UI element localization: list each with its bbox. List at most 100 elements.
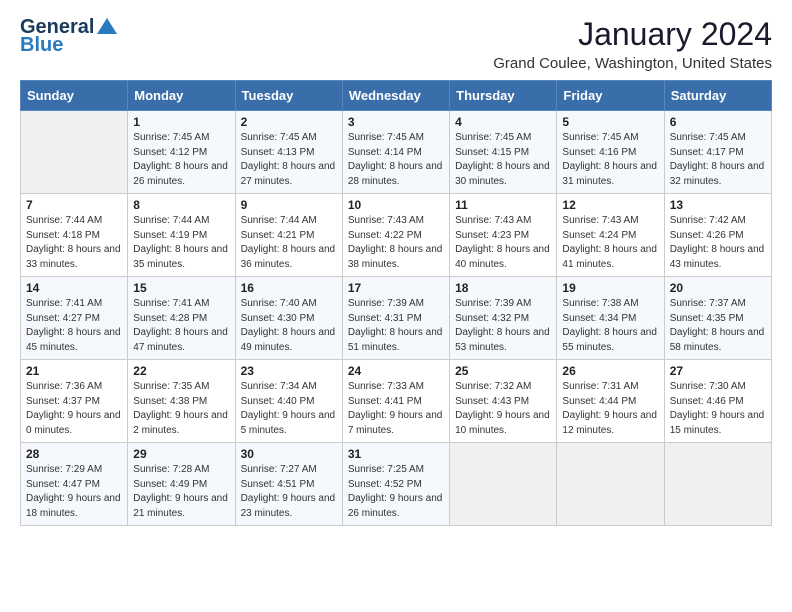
day-number: 10 [348, 198, 444, 212]
day-number: 20 [670, 281, 766, 295]
day-number: 13 [670, 198, 766, 212]
day-info: Sunrise: 7:29 AMSunset: 4:47 PMDaylight:… [26, 463, 122, 521]
week-row-1: 1Sunrise: 7:45 AMSunset: 4:12 PMDaylight… [21, 111, 772, 194]
day-cell [21, 111, 128, 194]
day-info: Sunrise: 7:28 AMSunset: 4:49 PMDaylight:… [133, 463, 229, 521]
day-cell: 18 Sunrise: 7:39 AMSunset: 4:32 PMDayligh… [450, 277, 557, 360]
week-row-3: 14 Sunrise: 7:41 AMSunset: 4:27 PMDayligh… [21, 277, 772, 360]
day-cell: 14 Sunrise: 7:41 AMSunset: 4:27 PMDayligh… [21, 277, 128, 360]
week-row-5: 28 Sunrise: 7:29 AMSunset: 4:47 PMDayligh… [21, 443, 772, 526]
day-cell: 1Sunrise: 7:45 AMSunset: 4:12 PMDaylight… [128, 111, 235, 194]
day-number: 31 [348, 447, 444, 461]
day-cell: 9Sunrise: 7:44 AMSunset: 4:21 PMDaylight… [235, 194, 342, 277]
col-header-saturday: Saturday [664, 81, 771, 111]
logo-icon [96, 16, 118, 38]
day-number: 8 [133, 198, 229, 212]
day-number: 21 [26, 364, 122, 378]
day-number: 7 [26, 198, 122, 212]
day-number: 23 [241, 364, 337, 378]
day-cell: 27Sunrise: 7:30 AMSunset: 4:46 PMDayligh… [664, 360, 771, 443]
day-info: Sunrise: 7:43 AMSunset: 4:22 PMDaylight:… [348, 214, 444, 272]
day-cell: 7 Sunrise: 7:44 AMSunset: 4:18 PMDaylight… [21, 194, 128, 277]
logo: General Blue [20, 16, 118, 56]
day-cell: 16 Sunrise: 7:40 AMSunset: 4:30 PMDayligh… [235, 277, 342, 360]
day-number: 3 [348, 115, 444, 129]
day-info: Sunrise: 7:45 AMSunset: 4:16 PMDaylight:… [562, 131, 658, 189]
col-header-sunday: Sunday [21, 81, 128, 111]
col-header-monday: Monday [128, 81, 235, 111]
day-info: Sunrise: 7:45 AMSunset: 4:12 PMDaylight:… [133, 131, 229, 189]
day-cell: 30Sunrise: 7:27 AMSunset: 4:51 PMDayligh… [235, 443, 342, 526]
col-header-wednesday: Wednesday [342, 81, 449, 111]
day-info: Sunrise: 7:25 AMSunset: 4:52 PMDaylight:… [348, 463, 444, 521]
day-cell [557, 443, 664, 526]
day-number: 16 [241, 281, 337, 295]
day-number: 15 [133, 281, 229, 295]
week-row-4: 21 Sunrise: 7:36 AMSunset: 4:37 PMDayligh… [21, 360, 772, 443]
day-number: 22 [133, 364, 229, 378]
logo-text-blue: Blue [20, 34, 63, 56]
day-cell: 10 Sunrise: 7:43 AMSunset: 4:22 PMDayligh… [342, 194, 449, 277]
day-number: 2 [241, 115, 337, 129]
day-info: Sunrise: 7:39 AMSunset: 4:32 PMDaylight:… [455, 297, 551, 355]
day-cell: 15 Sunrise: 7:41 AMSunset: 4:28 PMDayligh… [128, 277, 235, 360]
day-number: 11 [455, 198, 551, 212]
day-cell: 17Sunrise: 7:39 AMSunset: 4:31 PMDayligh… [342, 277, 449, 360]
day-info: Sunrise: 7:33 AMSunset: 4:41 PMDaylight:… [348, 380, 444, 438]
day-cell: 4Sunrise: 7:45 AMSunset: 4:15 PMDaylight… [450, 111, 557, 194]
day-cell: 5 Sunrise: 7:45 AMSunset: 4:16 PMDaylight… [557, 111, 664, 194]
day-number: 6 [670, 115, 766, 129]
day-cell: 2 Sunrise: 7:45 AMSunset: 4:13 PMDaylight… [235, 111, 342, 194]
day-info: Sunrise: 7:41 AMSunset: 4:28 PMDaylight:… [133, 297, 229, 355]
day-cell: 20 Sunrise: 7:37 AMSunset: 4:35 PMDayligh… [664, 277, 771, 360]
day-cell: 6 Sunrise: 7:45 AMSunset: 4:17 PMDaylight… [664, 111, 771, 194]
day-number: 5 [562, 115, 658, 129]
day-info: Sunrise: 7:36 AMSunset: 4:37 PMDaylight:… [26, 380, 122, 438]
day-cell: 29 Sunrise: 7:28 AMSunset: 4:49 PMDayligh… [128, 443, 235, 526]
day-info: Sunrise: 7:35 AMSunset: 4:38 PMDaylight:… [133, 380, 229, 438]
day-number: 12 [562, 198, 658, 212]
day-number: 9 [241, 198, 337, 212]
day-number: 19 [562, 281, 658, 295]
day-info: Sunrise: 7:43 AMSunset: 4:24 PMDaylight:… [562, 214, 658, 272]
day-number: 30 [241, 447, 337, 461]
day-info: Sunrise: 7:32 AMSunset: 4:43 PMDaylight:… [455, 380, 551, 438]
day-info: Sunrise: 7:45 AMSunset: 4:13 PMDaylight:… [241, 131, 337, 189]
day-info: Sunrise: 7:39 AMSunset: 4:31 PMDaylight:… [348, 297, 444, 355]
day-cell: 25Sunrise: 7:32 AMSunset: 4:43 PMDayligh… [450, 360, 557, 443]
day-number: 18 [455, 281, 551, 295]
day-number: 14 [26, 281, 122, 295]
day-cell: 22 Sunrise: 7:35 AMSunset: 4:38 PMDayligh… [128, 360, 235, 443]
day-info: Sunrise: 7:44 AMSunset: 4:18 PMDaylight:… [26, 214, 122, 272]
day-number: 28 [26, 447, 122, 461]
col-header-tuesday: Tuesday [235, 81, 342, 111]
day-info: Sunrise: 7:41 AMSunset: 4:27 PMDaylight:… [26, 297, 122, 355]
day-info: Sunrise: 7:38 AMSunset: 4:34 PMDaylight:… [562, 297, 658, 355]
col-header-friday: Friday [557, 81, 664, 111]
day-cell [664, 443, 771, 526]
day-cell: 31 Sunrise: 7:25 AMSunset: 4:52 PMDayligh… [342, 443, 449, 526]
day-cell: 21 Sunrise: 7:36 AMSunset: 4:37 PMDayligh… [21, 360, 128, 443]
day-info: Sunrise: 7:30 AMSunset: 4:46 PMDaylight:… [670, 380, 766, 438]
location-title: Grand Coulee, Washington, United States [493, 55, 772, 72]
day-cell: 23Sunrise: 7:34 AMSunset: 4:40 PMDayligh… [235, 360, 342, 443]
day-cell: 28 Sunrise: 7:29 AMSunset: 4:47 PMDayligh… [21, 443, 128, 526]
day-info: Sunrise: 7:31 AMSunset: 4:44 PMDaylight:… [562, 380, 658, 438]
day-number: 29 [133, 447, 229, 461]
day-info: Sunrise: 7:45 AMSunset: 4:17 PMDaylight:… [670, 131, 766, 189]
day-info: Sunrise: 7:43 AMSunset: 4:23 PMDaylight:… [455, 214, 551, 272]
title-block: January 2024 Grand Coulee, Washington, U… [493, 16, 772, 72]
day-cell: 11 Sunrise: 7:43 AMSunset: 4:23 PMDayligh… [450, 194, 557, 277]
day-cell: 3 Sunrise: 7:45 AMSunset: 4:14 PMDaylight… [342, 111, 449, 194]
col-header-thursday: Thursday [450, 81, 557, 111]
day-cell: 19 Sunrise: 7:38 AMSunset: 4:34 PMDayligh… [557, 277, 664, 360]
day-cell: 12 Sunrise: 7:43 AMSunset: 4:24 PMDayligh… [557, 194, 664, 277]
day-info: Sunrise: 7:45 AMSunset: 4:15 PMDaylight:… [455, 131, 551, 189]
day-number: 24 [348, 364, 444, 378]
day-cell: 8 Sunrise: 7:44 AMSunset: 4:19 PMDaylight… [128, 194, 235, 277]
day-info: Sunrise: 7:45 AMSunset: 4:14 PMDaylight:… [348, 131, 444, 189]
day-info: Sunrise: 7:44 AMSunset: 4:19 PMDaylight:… [133, 214, 229, 272]
day-info: Sunrise: 7:37 AMSunset: 4:35 PMDaylight:… [670, 297, 766, 355]
day-info: Sunrise: 7:40 AMSunset: 4:30 PMDaylight:… [241, 297, 337, 355]
week-row-2: 7 Sunrise: 7:44 AMSunset: 4:18 PMDaylight… [21, 194, 772, 277]
